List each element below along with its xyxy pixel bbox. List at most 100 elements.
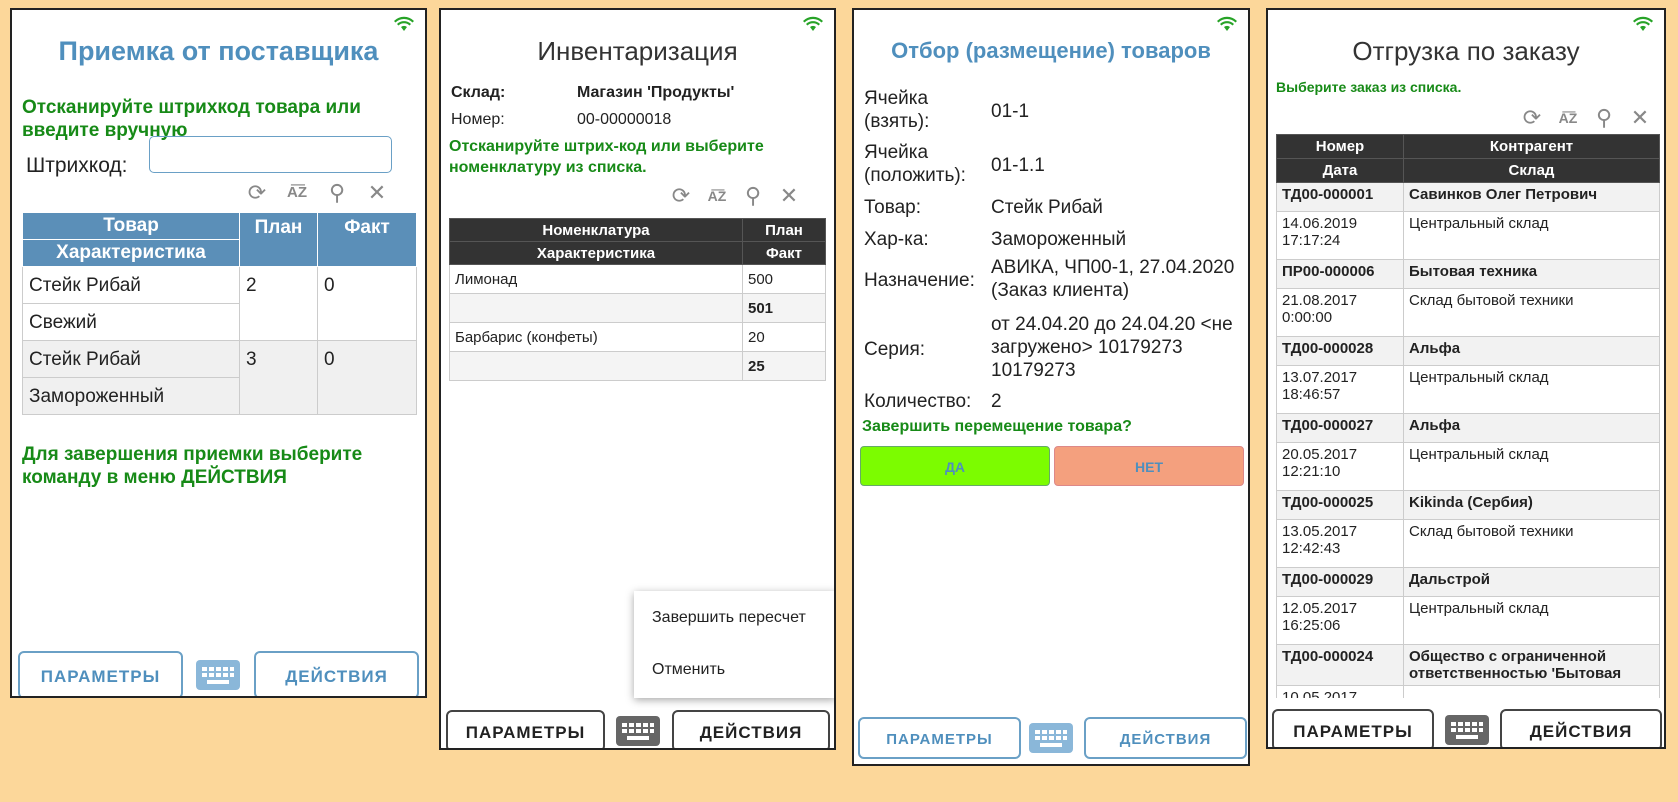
- table-row-sub[interactable]: 20.05.2017 12:21:10 Центральный склад: [1276, 442, 1660, 491]
- table-row[interactable]: ПР00-000006 Бытовая техника: [1276, 259, 1660, 289]
- page-title: Отбор (размещение) товаров: [891, 38, 1211, 63]
- actions-button[interactable]: ДЕЙСТВИЯ: [254, 651, 419, 696]
- cell-date: 20.05.2017 12:21:10: [1276, 442, 1404, 491]
- cell-plan: 2: [239, 266, 318, 341]
- cell-warehouse: Центральный склад: [1403, 596, 1660, 645]
- cell-fact: 501: [742, 293, 826, 323]
- table-row[interactable]: Барбарис (конфеты) 20: [449, 322, 826, 352]
- table-row[interactable]: Лимонад 500: [449, 264, 826, 294]
- field-value: Стейк Рибай: [991, 197, 1103, 218]
- instruction-text: Отсканируйте штрих-код или выберите номе…: [449, 138, 764, 176]
- sort-az-icon[interactable]: A͞Z: [285, 181, 309, 205]
- cell-fact: 25: [742, 351, 826, 381]
- cell-warehouse: Центральный склад: [1403, 442, 1660, 491]
- no-button[interactable]: НЕТ: [1054, 446, 1244, 486]
- field-label: Хар-ка:: [864, 229, 929, 250]
- page-title: Приемка от поставщика: [58, 36, 379, 66]
- keyboard-icon[interactable]: [1029, 723, 1073, 753]
- table-row-sub[interactable]: 12.05.2017 16:25:06 Центральный склад: [1276, 596, 1660, 645]
- cell-warehouse: Центральный склад: [1403, 211, 1660, 260]
- table-row-sub[interactable]: 14.06.2019 17:17:24 Центральный склад: [1276, 211, 1660, 260]
- menu-item-cancel[interactable]: Отменить: [652, 661, 725, 679]
- search-icon[interactable]: ⚲: [325, 181, 349, 205]
- header-warehouse: Склад: [1403, 158, 1660, 183]
- table-row[interactable]: ТД00-000025 Kikinda (Сербия): [1276, 490, 1660, 520]
- cell-date: 10.05.2017: [1276, 685, 1404, 698]
- cell-number: ТД00-000028: [1276, 336, 1404, 366]
- wifi-icon: [394, 16, 414, 31]
- field-value: АВИКА, ЧП00-1, 27.04.2020 (Заказ клиента…: [991, 257, 1235, 301]
- cell-date: 21.08.2017 0:00:00: [1276, 288, 1404, 337]
- header-fact: Факт: [317, 212, 417, 267]
- warehouse-value: Магазин 'Продукты': [577, 84, 735, 101]
- wifi-icon: [803, 16, 823, 31]
- orders-list[interactable]: Номер Контрагент Дата Склад ТД00-000001 С…: [1268, 10, 1664, 698]
- field-label: Ячейка (положить):: [864, 142, 966, 186]
- table-row[interactable]: ТД00-000024 Общество с ограниченной ответ…: [1276, 644, 1660, 686]
- refresh-icon[interactable]: ⟳: [669, 184, 693, 208]
- inventory-table: Номенклатура План Характеристика Факт Ли…: [449, 218, 826, 381]
- cell-counterparty: Общество с ограниченной ответственностью…: [1403, 644, 1660, 686]
- cell-date: 13.05.2017 12:42:43: [1276, 519, 1404, 568]
- cell-characteristic: [449, 351, 743, 381]
- table-row[interactable]: ТД00-000001 Савинков Олег Петрович: [1276, 182, 1660, 212]
- table-row[interactable]: Стейк Рибай 3 0: [22, 340, 417, 415]
- params-button[interactable]: ПАРАМЕТРЫ: [1272, 709, 1434, 747]
- close-icon[interactable]: ✕: [777, 184, 801, 208]
- table-row[interactable]: ТД00-000027 Альфа: [1276, 413, 1660, 443]
- actions-button[interactable]: ДЕЙСТВИЯ: [1500, 709, 1662, 747]
- table-row[interactable]: ТД00-000028 Альфа: [1276, 336, 1660, 366]
- cell-number: ТД00-000024: [1276, 644, 1404, 686]
- refresh-icon[interactable]: ⟳: [245, 181, 269, 205]
- header-date: Дата: [1276, 158, 1404, 183]
- cell-counterparty: Альфа: [1403, 413, 1660, 443]
- params-button[interactable]: ПАРАМЕТРЫ: [18, 651, 183, 696]
- table-row-sub[interactable]: 13.07.2017 18:46:57 Центральный склад: [1276, 365, 1660, 414]
- cell-number: ТД00-000027: [1276, 413, 1404, 443]
- cell-date: 14.06.2019 17:17:24: [1276, 211, 1404, 260]
- wifi-icon: [1217, 16, 1237, 31]
- header-counterparty: Контрагент: [1403, 134, 1660, 159]
- table-row-sub[interactable]: 25: [449, 351, 826, 381]
- cell-characteristic: Свежий: [22, 303, 240, 341]
- finish-hint: Для завершения приемки выберите команду …: [22, 444, 363, 488]
- screen-shipment: Отгрузка по заказу Выберите заказ из спи…: [1266, 8, 1666, 749]
- cell-fact: 0: [317, 266, 417, 341]
- close-icon[interactable]: ✕: [365, 181, 389, 205]
- cell-number: ПР00-000006: [1276, 259, 1404, 289]
- cell-name: Лимонад: [449, 264, 743, 294]
- table-row-sub[interactable]: 10.05.2017: [1276, 685, 1660, 698]
- cell-warehouse: Склад бытовой техники: [1403, 288, 1660, 337]
- search-icon[interactable]: ⚲: [741, 184, 765, 208]
- cell-warehouse: Центральный склад: [1403, 365, 1660, 414]
- keyboard-icon[interactable]: [616, 716, 660, 746]
- table-row[interactable]: ТД00-000029 Дальстрой: [1276, 567, 1660, 597]
- params-button[interactable]: ПАРАМЕТРЫ: [446, 710, 605, 748]
- table-row[interactable]: Стейк Рибай 2 0: [22, 266, 417, 341]
- field-label: Серия:: [864, 339, 926, 360]
- cell-counterparty: Дальстрой: [1403, 567, 1660, 597]
- table-row-sub[interactable]: 13.05.2017 12:42:43 Склад бытовой техники: [1276, 519, 1660, 568]
- table-row-sub[interactable]: 21.08.2017 0:00:00 Склад бытовой техники: [1276, 288, 1660, 337]
- table-row-sub[interactable]: 501: [449, 293, 826, 323]
- menu-item-finish-recount[interactable]: Завершить пересчет: [652, 609, 806, 627]
- screen-receiving: Приемка от поставщика Отсканируйте штрих…: [10, 8, 427, 698]
- keyboard-icon[interactable]: [1445, 715, 1489, 745]
- params-button[interactable]: ПАРАМЕТРЫ: [858, 717, 1021, 759]
- header-product: Товар: [22, 212, 240, 240]
- header-plan: План: [742, 218, 826, 242]
- confirm-question: Завершить перемещение товара?: [862, 418, 1132, 435]
- yes-button[interactable]: ДА: [860, 446, 1050, 486]
- cell-number: ТД00-000029: [1276, 567, 1404, 597]
- actions-button[interactable]: ДЕЙСТВИЯ: [1084, 717, 1247, 759]
- barcode-input[interactable]: [149, 136, 392, 173]
- actions-button[interactable]: ДЕЙСТВИЯ: [672, 710, 830, 748]
- keyboard-icon[interactable]: [196, 660, 240, 690]
- goods-table: Товар План Факт Характеристика Стейк Риб…: [22, 212, 417, 415]
- field-label: Назначение:: [864, 270, 975, 291]
- header-characteristic: Характеристика: [22, 239, 240, 267]
- sort-az-icon[interactable]: A͞Z: [705, 184, 729, 208]
- screen-inventory: Инвентаризация Склад: Магазин 'Продукты'…: [439, 8, 836, 750]
- warehouse-label: Склад:: [451, 84, 506, 101]
- cell-counterparty: Бытовая техника: [1403, 259, 1660, 289]
